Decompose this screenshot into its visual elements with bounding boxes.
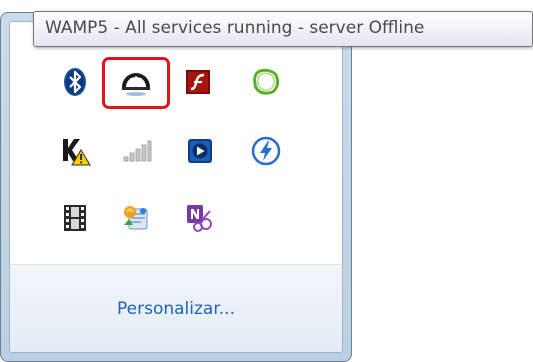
screen: Personalizar... WAMP5 - All services run… — [0, 0, 533, 362]
tooltip: WAMP5 - All services running - server Of… — [33, 11, 533, 47]
blue-media-player-icon[interactable] — [180, 131, 220, 171]
green-blob-app-icon[interactable] — [246, 62, 286, 102]
colorful-app-icon[interactable] — [116, 198, 156, 238]
flyout-footer: Personalizar... — [10, 264, 342, 352]
tray-overflow-flyout: Personalizar... — [0, 12, 352, 362]
kaspersky-warning-icon[interactable] — [55, 131, 95, 171]
customize-link[interactable]: Personalizar... — [10, 299, 342, 319]
wamp5-gauge-icon[interactable] — [116, 62, 156, 102]
adobe-flash-icon[interactable] — [178, 62, 218, 102]
onenote-clipper-icon[interactable] — [180, 198, 220, 238]
lightning-bolt-icon[interactable] — [246, 131, 286, 171]
tooltip-text: WAMP5 - All services running - server Of… — [45, 18, 425, 38]
network-signal-icon[interactable] — [116, 131, 156, 171]
bluetooth-icon[interactable] — [55, 62, 95, 102]
film-strip-icon[interactable] — [55, 198, 95, 238]
